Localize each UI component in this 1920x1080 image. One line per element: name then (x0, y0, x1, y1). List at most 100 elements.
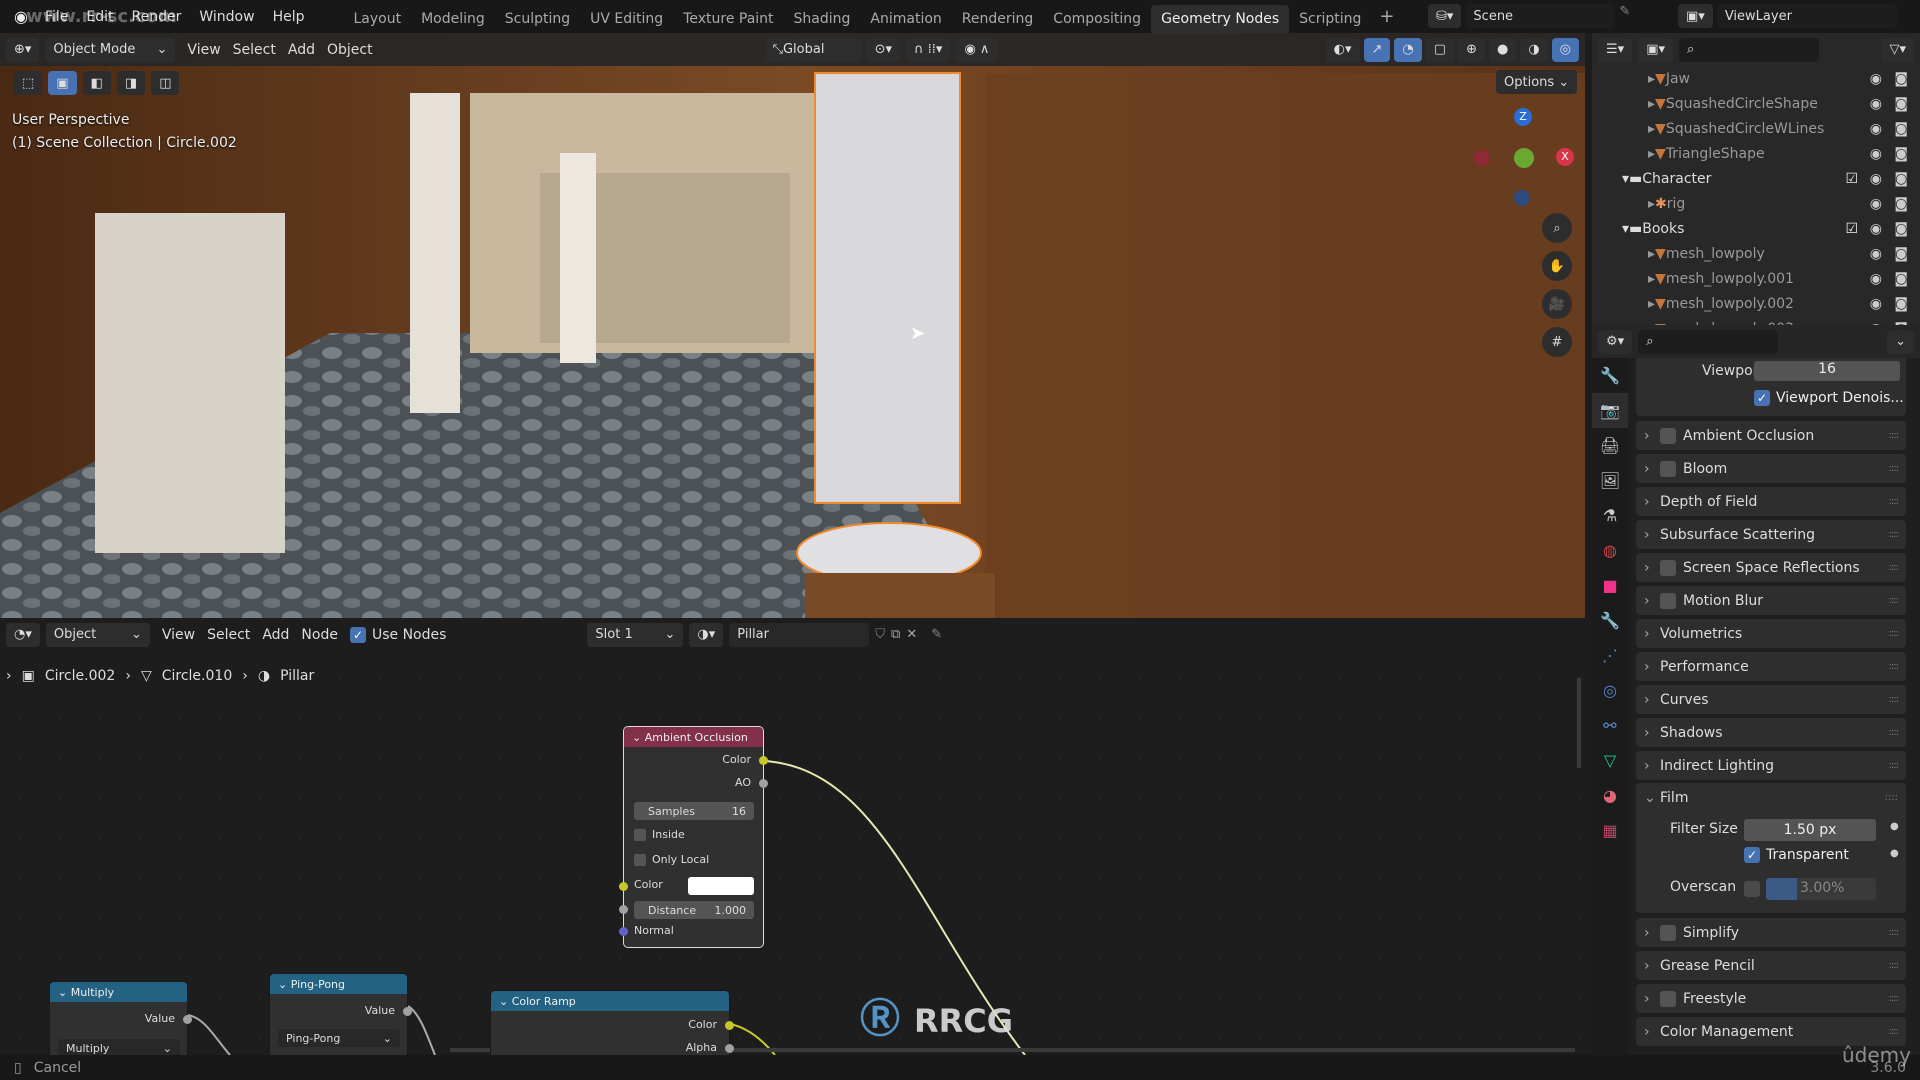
tab-scripting[interactable]: Scripting (1289, 5, 1371, 33)
distance-field[interactable]: Distance 1.000 (634, 901, 754, 919)
select-tool-icon[interactable]: ⬚ (14, 71, 43, 95)
disclosure-triangle-icon[interactable]: ▸ (1648, 71, 1655, 87)
shading-wireframe-icon[interactable]: ⊕ (1458, 37, 1485, 62)
panel-enable-checkbox[interactable] (1660, 427, 1676, 444)
transparent-checkbox[interactable]: ✓ Transparent (1744, 847, 1849, 863)
eye-icon[interactable]: ◉ (1870, 146, 1882, 162)
tab-geometry-nodes[interactable]: Geometry Nodes (1151, 5, 1290, 33)
drag-grip-icon[interactable]: :::: (1889, 661, 1900, 672)
drag-grip-icon[interactable]: :::: (1889, 760, 1900, 771)
eye-icon[interactable]: ◉ (1870, 221, 1882, 237)
pan-hand-icon[interactable]: ✋ (1542, 251, 1572, 281)
panel-enable-checkbox[interactable] (1660, 592, 1676, 609)
panel-enable-checkbox[interactable] (1660, 460, 1676, 477)
navigation-gizmo[interactable]: Z X (1470, 108, 1574, 208)
eye-icon[interactable]: ◉ (1870, 271, 1882, 287)
viewport-samples-field[interactable]: 16 (1754, 361, 1900, 381)
camera-icon[interactable]: ◙ (1894, 146, 1908, 162)
shading-material-icon[interactable]: ◑ (1520, 37, 1548, 62)
editor-type-icon[interactable]: ⚙▾ (1598, 329, 1633, 354)
scene-field[interactable]: Scene (1465, 4, 1616, 28)
scene-selector-icon[interactable]: ⛁▾ (1428, 4, 1462, 28)
outliner-item[interactable]: ▸ ▼ mesh_lowpoly.002 ◉ ◙ (1592, 291, 1920, 316)
viewport-menu-object[interactable]: Object (321, 42, 379, 58)
snap-icon[interactable]: ∩ ⁞⁞▾ (906, 37, 951, 62)
select-extend-icon[interactable]: ◧ (82, 71, 111, 95)
panel-freestyle[interactable]: › Freestyle:::: (1636, 984, 1906, 1013)
operation-dropdown[interactable]: Ping-Pong ⌄ (278, 1029, 400, 1047)
node-header[interactable]: ⌄ Ambient Occlusion (624, 727, 763, 747)
shading-solid-icon[interactable]: ● (1488, 37, 1517, 62)
tab-modeling[interactable]: Modeling (411, 5, 495, 33)
tab-animation[interactable]: Animation (860, 5, 951, 33)
panel-motion-blur[interactable]: › Motion Blur:::: (1636, 586, 1906, 615)
exclude-checkbox[interactable]: ☑ (1845, 221, 1858, 237)
panel-enable-checkbox[interactable] (1660, 924, 1676, 941)
gizmo-y-axis[interactable] (1514, 148, 1534, 168)
ping-pong-node[interactable]: ⌄ Ping-Pong Value Ping-Pong ⌄ (269, 973, 412, 1055)
texture-tab-icon[interactable]: ▦ (1592, 813, 1628, 848)
select-subtract-icon[interactable]: ◨ (116, 71, 146, 95)
pivot-icon[interactable]: ⊙▾ (866, 37, 900, 62)
eye-icon[interactable]: ◉ (1870, 121, 1882, 137)
outliner-item[interactable]: ▸ ▼ Jaw ◉ ◙ (1592, 66, 1920, 91)
outliner-item[interactable]: ▸ ▼ SquashedCircleWLines ◉ ◙ (1592, 116, 1920, 141)
view-layer-icon[interactable]: ▣▾ (1678, 4, 1713, 28)
ambient-occlusion-node[interactable]: ⌄ Ambient Occlusion Color AO Samples 16 I… (619, 726, 768, 948)
output-color-socket[interactable] (759, 756, 768, 765)
drag-grip-icon[interactable]: :::: (1889, 463, 1900, 474)
output-alpha-socket[interactable] (725, 1044, 734, 1053)
eye-icon[interactable]: ◉ (1870, 246, 1882, 262)
options-button[interactable]: Options ⌄ (1496, 70, 1578, 94)
inside-checkbox[interactable]: Inside (634, 828, 685, 841)
constraints-tab-icon[interactable]: ⚯ (1592, 708, 1628, 743)
orientation-dropdown[interactable]: ⤡ Global (764, 37, 861, 62)
pin-icon[interactable]: ✎ (1619, 4, 1630, 28)
outliner-item[interactable]: ▸ ▼ TriangleShape ◉ ◙ (1592, 141, 1920, 166)
exclude-checkbox[interactable]: ☑ (1845, 171, 1858, 187)
zoom-icon[interactable]: ⌕ (1542, 213, 1572, 243)
scene-tab-icon[interactable]: ⚗ (1592, 498, 1628, 533)
gizmo-icon[interactable]: ↗ (1363, 37, 1391, 62)
tab-compositing[interactable]: Compositing (1043, 5, 1151, 33)
object-tab-icon[interactable]: ■ (1592, 568, 1628, 603)
keyframe-dot-icon[interactable]: ● (1890, 848, 1899, 859)
gizmo-neg-x-axis[interactable] (1474, 150, 1490, 166)
modifier-tab-icon[interactable]: 🔧 (1592, 603, 1628, 638)
node-header[interactable]: ⌄ Multiply (50, 982, 187, 1002)
samples-field[interactable]: Samples 16 (634, 802, 754, 820)
view-layer-field[interactable]: ViewLayer (1716, 4, 1897, 28)
proportional-edit-icon[interactable]: ◉ ∧ (956, 37, 998, 62)
disclosure-triangle-icon[interactable]: ▾ (1622, 221, 1629, 237)
drag-grip-icon[interactable]: :::: (1889, 694, 1900, 705)
world-tab-icon[interactable]: ◍ (1592, 533, 1628, 568)
viewport-menu-add[interactable]: Add (282, 42, 321, 58)
menu-window[interactable]: Window (190, 9, 263, 25)
camera-icon[interactable]: ◙ (1894, 221, 1908, 237)
eye-icon[interactable]: ◉ (1870, 96, 1882, 112)
input-distance-socket[interactable] (619, 905, 628, 914)
tool-tab-icon[interactable]: 🔧 (1592, 358, 1628, 393)
input-normal-socket[interactable] (619, 927, 628, 936)
output-value-socket[interactable] (403, 1007, 412, 1016)
camera-icon[interactable]: ◙ (1894, 296, 1908, 312)
color-swatch[interactable] (688, 877, 754, 895)
panel-volumetrics[interactable]: › Volumetrics:::: (1636, 619, 1906, 648)
output-tab-icon[interactable]: 🖨 (1592, 428, 1628, 463)
viewport-menu-view[interactable]: View (181, 42, 226, 58)
panel-indirect-lighting[interactable]: › Indirect Lighting:::: (1636, 751, 1906, 780)
panel-grease-pencil[interactable]: › Grease Pencil:::: (1636, 951, 1906, 980)
disclosure-triangle-icon[interactable]: ▸ (1648, 196, 1655, 212)
camera-icon[interactable]: ◙ (1894, 196, 1908, 212)
panel-depth-of-field[interactable]: › Depth of Field:::: (1636, 487, 1906, 516)
panel-screen-space-reflections[interactable]: › Screen Space Reflections:::: (1636, 553, 1906, 582)
gizmo-x-axis[interactable]: X (1556, 148, 1574, 166)
node-header[interactable]: ⌄ Ping-Pong (270, 974, 407, 994)
drag-grip-icon[interactable]: :::: (1889, 727, 1900, 738)
overlay-icon[interactable]: ◔ (1394, 37, 1422, 62)
outliner-item[interactable]: ▸ ▼ SquashedCircleShape ◉ ◙ (1592, 91, 1920, 116)
material-tab-icon[interactable]: ◕ (1592, 778, 1628, 813)
drag-grip-icon[interactable]: :::: (1889, 430, 1900, 441)
operation-dropdown[interactable]: Multiply ⌄ (58, 1039, 180, 1055)
disclosure-triangle-icon[interactable]: ▸ (1648, 146, 1655, 162)
